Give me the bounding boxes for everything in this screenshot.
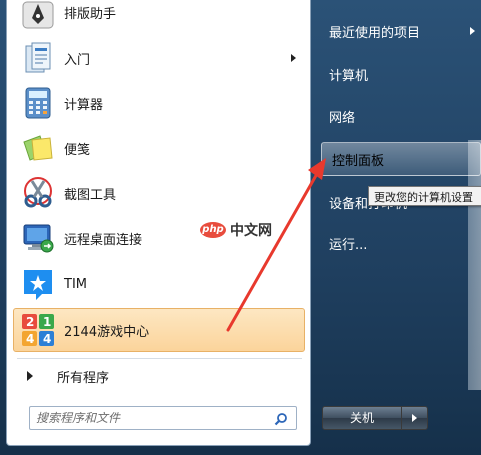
shutdown-button[interactable]: 关机 <box>322 406 402 430</box>
expand-arrow-icon <box>27 371 33 381</box>
all-programs-button[interactable]: 所有程序 <box>13 362 305 390</box>
calculator-icon <box>20 85 56 121</box>
program-label: 计算器 <box>64 97 104 113</box>
program-label: TIM <box>64 276 87 292</box>
computer-link[interactable]: 计算机 <box>319 57 481 91</box>
run-link[interactable]: 运行... <box>319 226 481 260</box>
submenu-arrow-icon <box>291 54 296 62</box>
all-programs-label: 所有程序 <box>57 370 110 386</box>
watermark-logo: php <box>200 222 226 238</box>
search-box[interactable] <box>29 406 297 430</box>
svg-text:4: 4 <box>26 332 34 346</box>
right-item-label: 计算机 <box>329 68 369 84</box>
getting-started-icon <box>20 40 56 76</box>
svg-text:2: 2 <box>26 315 34 329</box>
program-tim[interactable]: TIM <box>13 262 305 306</box>
program-label: 2144游戏中心 <box>64 324 150 340</box>
game-center-icon: 21 44 <box>20 312 56 348</box>
program-label: 便笺 <box>64 142 91 158</box>
program-calculator[interactable]: 计算器 <box>13 81 305 125</box>
svg-text:1: 1 <box>43 315 51 329</box>
program-sticky-notes[interactable]: 便笺 <box>13 126 305 170</box>
background-window-edge <box>468 140 481 390</box>
start-menu: 排版助手 入门 计算器 便笺 截图工具 远程桌面连接 TIM 2 1 4 4 2… <box>0 0 481 455</box>
search-input[interactable] <box>36 409 266 427</box>
recent-items-link[interactable]: 最近使用的项目 <box>319 14 481 48</box>
remote-desktop-icon <box>20 220 56 256</box>
tim-icon <box>20 266 56 302</box>
network-link[interactable]: 网络 <box>319 99 481 133</box>
program-label: 远程桌面连接 <box>64 232 143 248</box>
program-getting-started[interactable]: 入门 <box>13 36 305 80</box>
search-icon[interactable] <box>274 411 288 426</box>
right-item-label: 运行... <box>329 237 368 253</box>
right-item-label: 控制面板 <box>332 153 385 169</box>
control-panel-link[interactable]: 控制面板 <box>321 142 481 176</box>
typesetting-assistant-icon <box>20 0 56 30</box>
program-game-center[interactable]: 21 44 2144游戏中心 <box>13 308 305 352</box>
separator <box>17 358 302 359</box>
program-label: 入门 <box>64 52 91 68</box>
sticky-notes-icon <box>20 130 56 166</box>
right-item-label: 网络 <box>329 110 356 126</box>
tooltip: 更改您的计算机设置 <box>368 186 481 206</box>
watermark: php 中文网 <box>200 218 310 242</box>
submenu-arrow-icon <box>470 27 475 35</box>
program-snipping-tool[interactable]: 截图工具 <box>13 171 305 215</box>
snipping-tool-icon <box>20 175 56 211</box>
chevron-right-icon <box>412 414 417 422</box>
program-label: 排版助手 <box>64 6 117 22</box>
program-label: 截图工具 <box>64 187 117 203</box>
program-typesetting-assistant[interactable]: 排版助手 <box>13 0 305 34</box>
svg-text:4: 4 <box>43 332 51 346</box>
right-item-label: 最近使用的项目 <box>329 25 421 41</box>
watermark-text: 中文网 <box>230 223 272 239</box>
shutdown-options-button[interactable] <box>402 406 428 430</box>
